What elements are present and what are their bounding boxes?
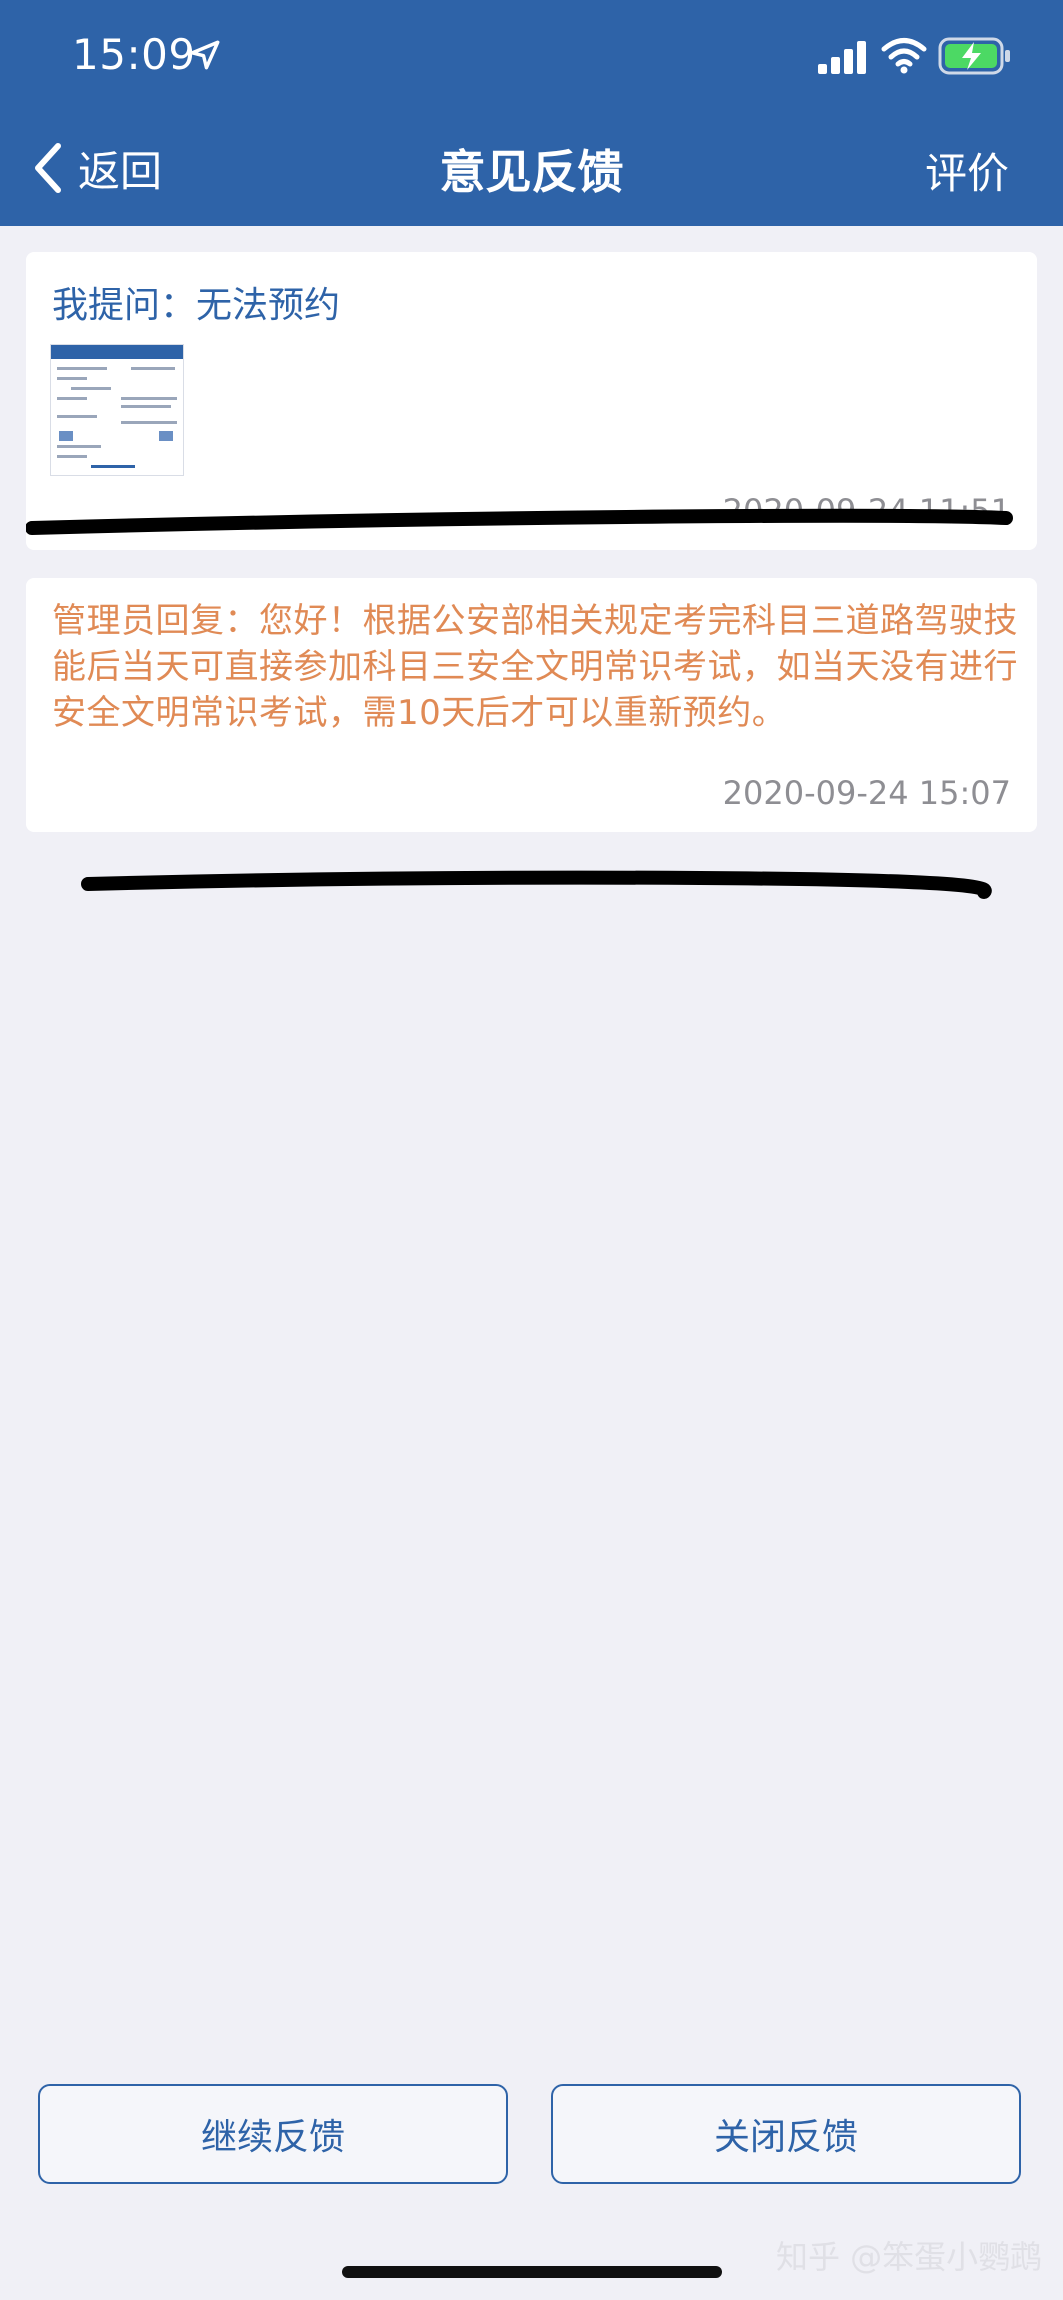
location-arrow-icon <box>190 40 220 70</box>
redaction-mark <box>81 870 992 899</box>
signal-icon <box>818 41 866 74</box>
battery-charging-icon <box>938 37 1010 75</box>
close-feedback-button[interactable]: 关闭反馈 <box>551 2084 1021 2184</box>
status-time: 15:09 <box>72 30 196 79</box>
continue-feedback-button[interactable]: 继续反馈 <box>38 2084 508 2184</box>
redaction-mark <box>26 508 1013 535</box>
reply-card: 管理员回复：您好！根据公安部相关规定考完科目三道路驾驶技能后当天可直接参加科目三… <box>26 578 1037 832</box>
watermark: 知乎 @笨蛋小鹦鹉 <box>776 2238 1043 2276</box>
question-card: 我提问：无法预约 2020-09-24 11:51 <box>26 252 1037 550</box>
wifi-icon <box>881 38 927 74</box>
home-indicator <box>342 2266 722 2278</box>
admin-reply-text: 管理员回复：您好！根据公安部相关规定考完科目三道路驾驶技能后当天可直接参加科目三… <box>52 601 1018 733</box>
reply-timestamp: 2020-09-24 15:07 <box>722 774 1011 812</box>
app-header: 15:09 返回 意见反馈 评价 <box>0 0 1063 226</box>
page-title: 意见反馈 <box>439 145 624 199</box>
rate-button[interactable]: 评价 <box>925 140 1009 201</box>
